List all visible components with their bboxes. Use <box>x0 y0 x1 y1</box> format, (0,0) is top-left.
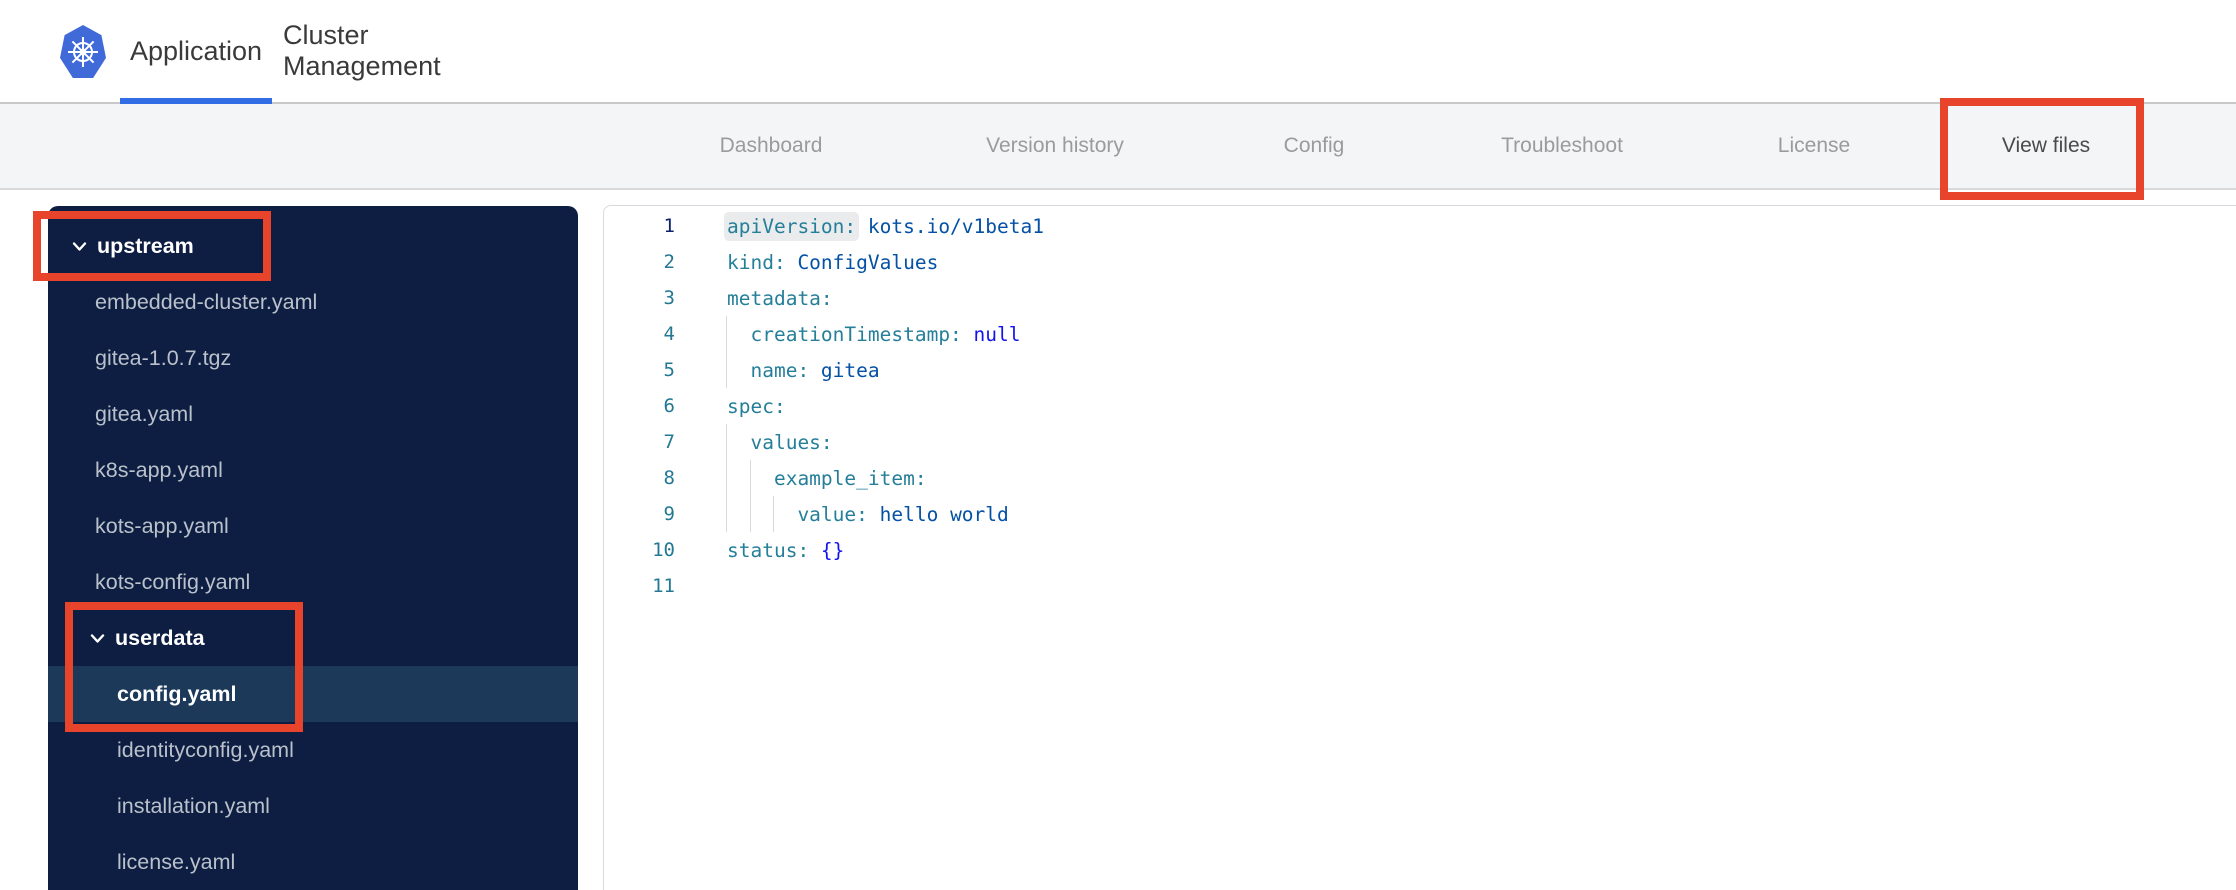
tree-item-label: config.yaml <box>117 681 237 706</box>
code-text: example_item: <box>727 466 927 490</box>
code-text: values: <box>727 430 833 454</box>
tree-item-label: kots-app.yaml <box>95 513 229 538</box>
tree-file-config-yaml[interactable]: config.yaml <box>48 666 578 722</box>
tree-file-license-yaml[interactable]: license.yaml <box>48 834 578 890</box>
indent-guide <box>749 496 751 532</box>
subnav-tab-version-history[interactable]: Version history <box>986 104 1124 188</box>
app-subnav: Dashboard Version history Config Troublesho… <box>0 104 2236 306</box>
line-number: 1 <box>663 215 675 237</box>
file-content-viewer[interactable]: 1 apiVersion: kots.io/v1beta1 2 kind: Confi… <box>603 205 2236 890</box>
kots-admin-console: Application Cluster Management Dashboard… <box>0 0 2236 890</box>
code-text: kind: ConfigValues <box>727 250 939 274</box>
line-number: 10 <box>652 539 675 561</box>
code-line-7[interactable]: 7 values: <box>604 424 2236 460</box>
line-number: 5 <box>663 359 675 381</box>
tree-item-label: kots-config.yaml <box>95 569 251 594</box>
code-line-8[interactable]: 8 example_item: <box>604 460 2236 496</box>
tree-item-label: license.yaml <box>117 849 236 874</box>
code-text: value: hello world <box>727 502 1009 526</box>
tree-file-k8s-app-yaml[interactable]: k8s-app.yaml <box>48 442 578 498</box>
indent-guide <box>773 496 774 532</box>
code-line-4[interactable]: 4 creationTimestamp: null <box>604 316 2236 352</box>
code-text: status: {} <box>727 538 845 562</box>
code-text: creationTimestamp: null <box>727 322 1021 346</box>
code-line-11[interactable]: 11 <box>604 568 2236 604</box>
tree-file-embedded-cluster-yaml[interactable]: embedded-cluster.yaml <box>48 274 578 330</box>
tree-folder-userdata[interactable]: userdata <box>48 610 578 666</box>
line-number: 9 <box>663 503 675 525</box>
tree-item-label: upstream <box>97 233 194 258</box>
chevron-down-icon <box>90 633 105 644</box>
code-line-2[interactable]: 2 kind: ConfigValues <box>604 244 2236 280</box>
file-tree-sidebar: upstream embedded-cluster.yaml gitea-1.0.7… <box>48 206 578 890</box>
kubernetes-logo-icon[interactable] <box>60 25 106 78</box>
code-line-9[interactable]: 9 value: hello world <box>604 496 2236 532</box>
code-text: name: gitea <box>727 358 880 382</box>
tree-file-gitea-1-0-7-tgz[interactable]: gitea-1.0.7.tgz <box>48 330 578 386</box>
tree-folder-upstream[interactable]: upstream <box>48 218 578 274</box>
app-header: Application Cluster Management <box>0 0 2236 104</box>
tree-item-label: installation.yaml <box>117 793 270 818</box>
tree-file-kots-app-yaml[interactable]: kots-app.yaml <box>48 498 578 554</box>
indent-guide <box>749 460 751 496</box>
tree-file-installation-yaml[interactable]: installation.yaml <box>48 778 578 834</box>
indent-guide <box>726 352 727 388</box>
tree-file-identityconfig-yaml[interactable]: identityconfig.yaml <box>48 722 578 778</box>
tree-item-label: k8s-app.yaml <box>95 457 223 482</box>
tree-file-gitea-yaml[interactable]: gitea.yaml <box>48 386 578 442</box>
code-line-6[interactable]: 6 spec: <box>604 388 2236 424</box>
line-number: 7 <box>663 431 675 453</box>
subnav-tab-troubleshoot[interactable]: Troubleshoot <box>1501 104 1623 188</box>
subnav-tab-license[interactable]: License <box>1778 104 1850 188</box>
code-line-1[interactable]: 1 apiVersion: kots.io/v1beta1 <box>604 208 2236 244</box>
header-tab-application[interactable]: Application <box>120 0 272 102</box>
code-line-3[interactable]: 3 metadata: <box>604 280 2236 316</box>
line-number: 3 <box>663 287 675 309</box>
code-text: metadata: <box>727 286 833 310</box>
code-line-5[interactable]: 5 name: gitea <box>604 352 2236 388</box>
tree-item-label: gitea-1.0.7.tgz <box>95 345 232 370</box>
tree-file-kots-config-yaml[interactable]: kots-config.yaml <box>48 554 578 610</box>
indent-guide <box>726 424 727 460</box>
subnav-tab-config[interactable]: Config <box>1284 104 1345 188</box>
chevron-down-icon <box>72 241 87 252</box>
subnav-tab-view-files[interactable]: View files <box>2002 104 2090 188</box>
tree-item-label: identityconfig.yaml <box>117 737 294 762</box>
code-text: apiVersion: kots.io/v1beta1 <box>727 214 1044 238</box>
indent-guide <box>726 496 727 532</box>
line-number: 11 <box>652 575 675 597</box>
tree-item-label: gitea.yaml <box>95 401 193 426</box>
line-number: 4 <box>663 323 675 345</box>
code-text: spec: <box>727 394 786 418</box>
subnav-tab-dashboard[interactable]: Dashboard <box>720 104 823 188</box>
line-number: 6 <box>663 395 675 417</box>
indent-guide <box>726 316 727 352</box>
line-number: 2 <box>663 251 675 273</box>
header-tab-cluster-management[interactable]: Cluster Management <box>283 0 508 102</box>
code-line-10[interactable]: 10 status: {} <box>604 532 2236 568</box>
ship-wheel-icon <box>68 36 98 67</box>
line-number: 8 <box>663 467 675 489</box>
tree-item-label: userdata <box>115 625 205 650</box>
indent-guide <box>726 460 727 496</box>
tree-item-label: embedded-cluster.yaml <box>95 289 318 314</box>
